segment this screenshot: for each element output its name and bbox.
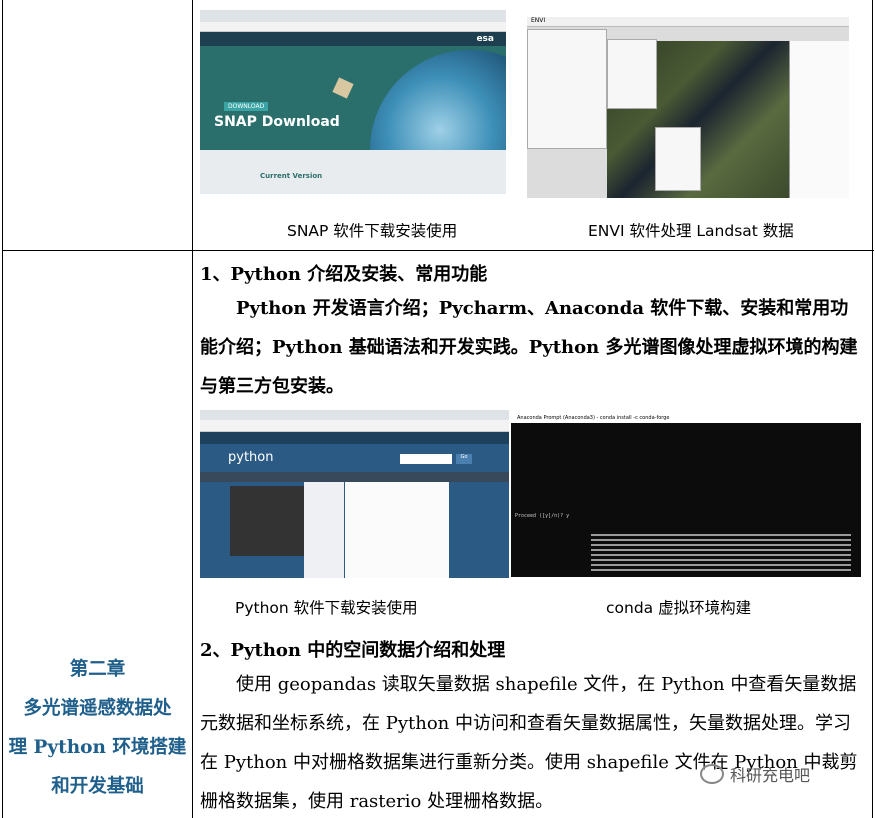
- chapter-title-line-3: 和开发基础: [51, 776, 144, 797]
- snap-caption: SNAP 软件下载安装使用: [287, 222, 458, 240]
- section-1-paragraph: Python 开发语言介绍；Pycharm、Anaconda 软件下载、安装和常…: [200, 298, 858, 397]
- satellite-image: [332, 77, 354, 99]
- row-divider: [3, 250, 874, 251]
- section-2-heading: 2、Python 中的空间数据介绍和处理: [200, 640, 506, 661]
- envi-caption: ENVI 软件处理 Landsat 数据: [588, 222, 794, 240]
- progress-bars: [591, 531, 851, 573]
- envi-submenu-2: [655, 127, 701, 191]
- envi-landsat-screenshot: ENVI: [527, 17, 849, 198]
- docs-dropdown: [304, 482, 344, 578]
- section-1-heading: 1、Python 介绍及安装、常用功能: [200, 264, 488, 285]
- python-download-screenshot: python Go: [200, 410, 509, 578]
- chapter-label: 第二章 多光谱遥感数据处 理 Python 环境搭建 和开发基础: [3, 650, 192, 806]
- conda-window-title: Anaconda Prompt (Anaconda3) - conda inst…: [511, 413, 861, 423]
- current-version-label: Current Version: [260, 172, 323, 180]
- snap-page-heading: SNAP Download: [214, 114, 340, 130]
- watermark: 科研充电吧: [700, 762, 810, 786]
- search-input: [400, 454, 452, 464]
- search-go-button: Go: [456, 454, 472, 464]
- conda-terminal-screenshot: Anaconda Prompt (Anaconda3) - conda inst…: [511, 413, 861, 577]
- download-badge: DOWNLOAD: [224, 102, 269, 111]
- chapter-title-line-2: 理 Python 环境搭建: [8, 737, 187, 758]
- column-divider: [192, 0, 193, 818]
- conda-caption: conda 虚拟环境构建: [606, 599, 752, 617]
- chapter-title-line-1: 多光谱遥感数据处: [23, 698, 172, 719]
- chapter-number: 第二章: [69, 659, 126, 680]
- envi-toolbox-panel: [789, 41, 849, 198]
- envi-menu: [527, 29, 607, 149]
- python-caption: Python 软件下载安装使用: [235, 599, 418, 617]
- envi-submenu: [607, 39, 657, 109]
- code-sample: [230, 486, 310, 556]
- snap-download-screenshot: esa DOWNLOAD SNAP Download Current Versi…: [200, 10, 506, 194]
- docs-popup: [345, 482, 449, 578]
- envi-title: ENVI: [531, 17, 546, 24]
- conda-prompt: Proceed ([y]/n)? y: [515, 513, 570, 519]
- esa-logo: esa: [476, 34, 494, 44]
- wechat-icon: [700, 764, 724, 784]
- watermark-text: 科研充电吧: [730, 766, 811, 785]
- python-logo: python: [228, 450, 274, 465]
- section-2-paragraph: 使用 geopandas 读取矢量数据 shapefile 文件，在 Pytho…: [200, 674, 858, 812]
